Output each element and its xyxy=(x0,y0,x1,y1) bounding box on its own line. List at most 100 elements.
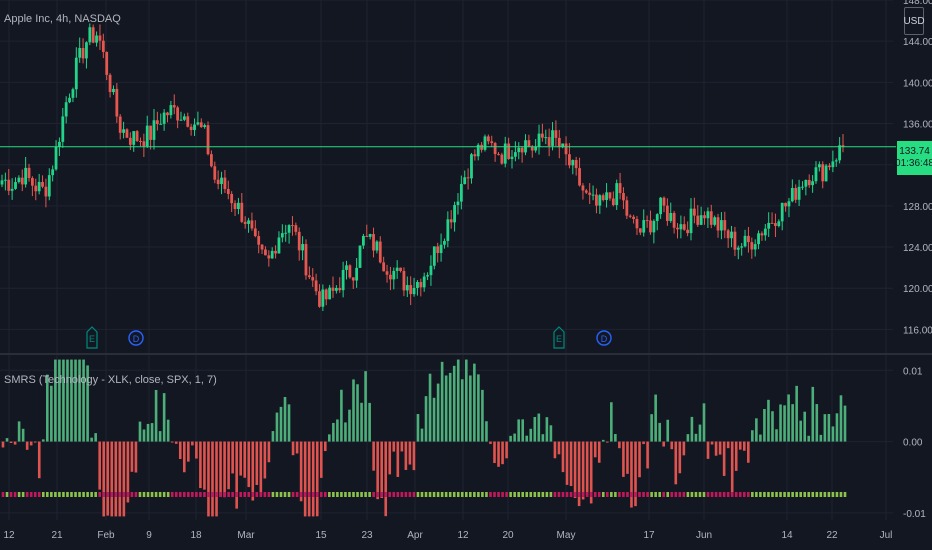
signal-marker xyxy=(58,492,61,497)
indicator-bar xyxy=(239,441,242,476)
currency-badge[interactable]: USD xyxy=(903,7,925,35)
signal-marker xyxy=(775,492,778,497)
indicator-bar xyxy=(336,419,339,442)
signal-marker xyxy=(207,492,210,497)
signal-marker xyxy=(372,492,375,497)
signal-marker xyxy=(751,492,754,497)
candle-body xyxy=(706,211,710,219)
signal-marker xyxy=(50,492,53,497)
indicator-bar xyxy=(195,441,198,459)
candle-body xyxy=(54,146,58,170)
indicator-bar xyxy=(541,434,545,442)
candle-body xyxy=(321,289,325,307)
indicator-bar xyxy=(62,359,65,442)
indicator-bar xyxy=(694,433,698,442)
indicator-bar xyxy=(307,441,311,517)
signal-marker xyxy=(710,492,714,497)
candle-body xyxy=(358,245,362,268)
indicator-bar xyxy=(235,441,238,509)
signal-marker xyxy=(37,492,41,497)
indicator-bar xyxy=(751,430,754,442)
candle-body xyxy=(47,175,51,197)
indicator-bar xyxy=(545,417,549,442)
signal-marker xyxy=(799,492,802,497)
time-tick-label: Mar xyxy=(237,530,255,541)
candle-body xyxy=(473,154,477,157)
signal-marker xyxy=(783,492,786,497)
signal-marker xyxy=(654,492,657,497)
signal-marker xyxy=(126,492,130,497)
indicator-bar xyxy=(392,441,396,452)
candle-body xyxy=(166,112,169,116)
candle-body xyxy=(814,167,818,182)
signal-marker xyxy=(706,492,710,497)
signal-marker xyxy=(501,492,504,497)
signal-marker xyxy=(174,492,178,497)
indicator-bar xyxy=(585,441,589,496)
candle-body xyxy=(784,202,787,207)
candle-body xyxy=(351,277,355,281)
candle-body xyxy=(409,285,413,295)
candle-body xyxy=(68,97,71,103)
candle-body xyxy=(331,287,335,291)
candle-body xyxy=(801,186,804,188)
signal-marker xyxy=(130,492,134,497)
signal-marker xyxy=(187,492,190,497)
indicator-bar xyxy=(710,441,714,445)
candle-body xyxy=(78,48,82,58)
signal-marker xyxy=(66,492,69,497)
candle-body xyxy=(611,198,615,206)
chart-canvas[interactable]: EDED 116.00120.00124.00128.00132.00136.0… xyxy=(0,0,932,550)
signal-marker xyxy=(521,492,525,497)
indicator-bar xyxy=(517,419,520,442)
signal-marker xyxy=(86,492,89,497)
candle-body xyxy=(463,177,467,185)
candle-body xyxy=(838,145,842,161)
indicator-bar xyxy=(279,406,283,442)
signal-marker xyxy=(255,492,259,497)
candle-body xyxy=(277,237,281,254)
signal-marker xyxy=(332,492,335,497)
indicator-bar xyxy=(82,359,85,442)
candle-body xyxy=(709,211,713,225)
signal-marker xyxy=(477,492,480,497)
indicator-bar xyxy=(259,441,263,496)
candle-body xyxy=(757,233,760,245)
signal-marker xyxy=(630,492,633,497)
candle-body xyxy=(399,267,402,272)
signal-marker xyxy=(138,492,142,497)
indicator-bar xyxy=(215,441,218,517)
candle-body xyxy=(699,215,703,225)
indicator-bar xyxy=(118,441,122,517)
signal-marker xyxy=(537,492,541,497)
indicator-axis[interactable]: 0.01 0.00 -0.01 xyxy=(903,366,926,520)
signal-marker xyxy=(734,492,738,497)
signal-marker xyxy=(364,492,367,497)
candle-body xyxy=(135,131,139,141)
price-tick-label: 148.00 xyxy=(903,0,932,7)
candle-body xyxy=(115,88,119,117)
indicator-bar xyxy=(646,441,649,469)
candle-body xyxy=(574,160,578,169)
candle-body xyxy=(426,275,429,277)
signal-marker xyxy=(557,492,561,497)
candle-body xyxy=(743,235,747,247)
candle-body xyxy=(655,214,659,221)
candle-body xyxy=(405,285,409,291)
signal-marker xyxy=(315,492,319,497)
signal-marker xyxy=(400,492,404,497)
time-tick-label: 9 xyxy=(146,530,152,541)
candle-body xyxy=(483,136,487,150)
signal-marker xyxy=(106,492,110,497)
candle-body xyxy=(125,129,129,138)
event-markers[interactable]: EDED xyxy=(86,326,612,349)
signal-marker xyxy=(473,492,476,497)
candle-body xyxy=(220,177,223,185)
signal-marker xyxy=(227,492,230,497)
candle-body xyxy=(520,147,524,153)
time-tick-label: 18 xyxy=(190,530,202,541)
candle-body xyxy=(105,51,109,75)
candle-body xyxy=(311,277,315,281)
signal-marker xyxy=(336,492,339,497)
time-axis[interactable]: 12 21 Feb 9 18 Mar 15 23 Apr 12 20 May 17 Jun 14 22 Jul xyxy=(3,530,892,541)
